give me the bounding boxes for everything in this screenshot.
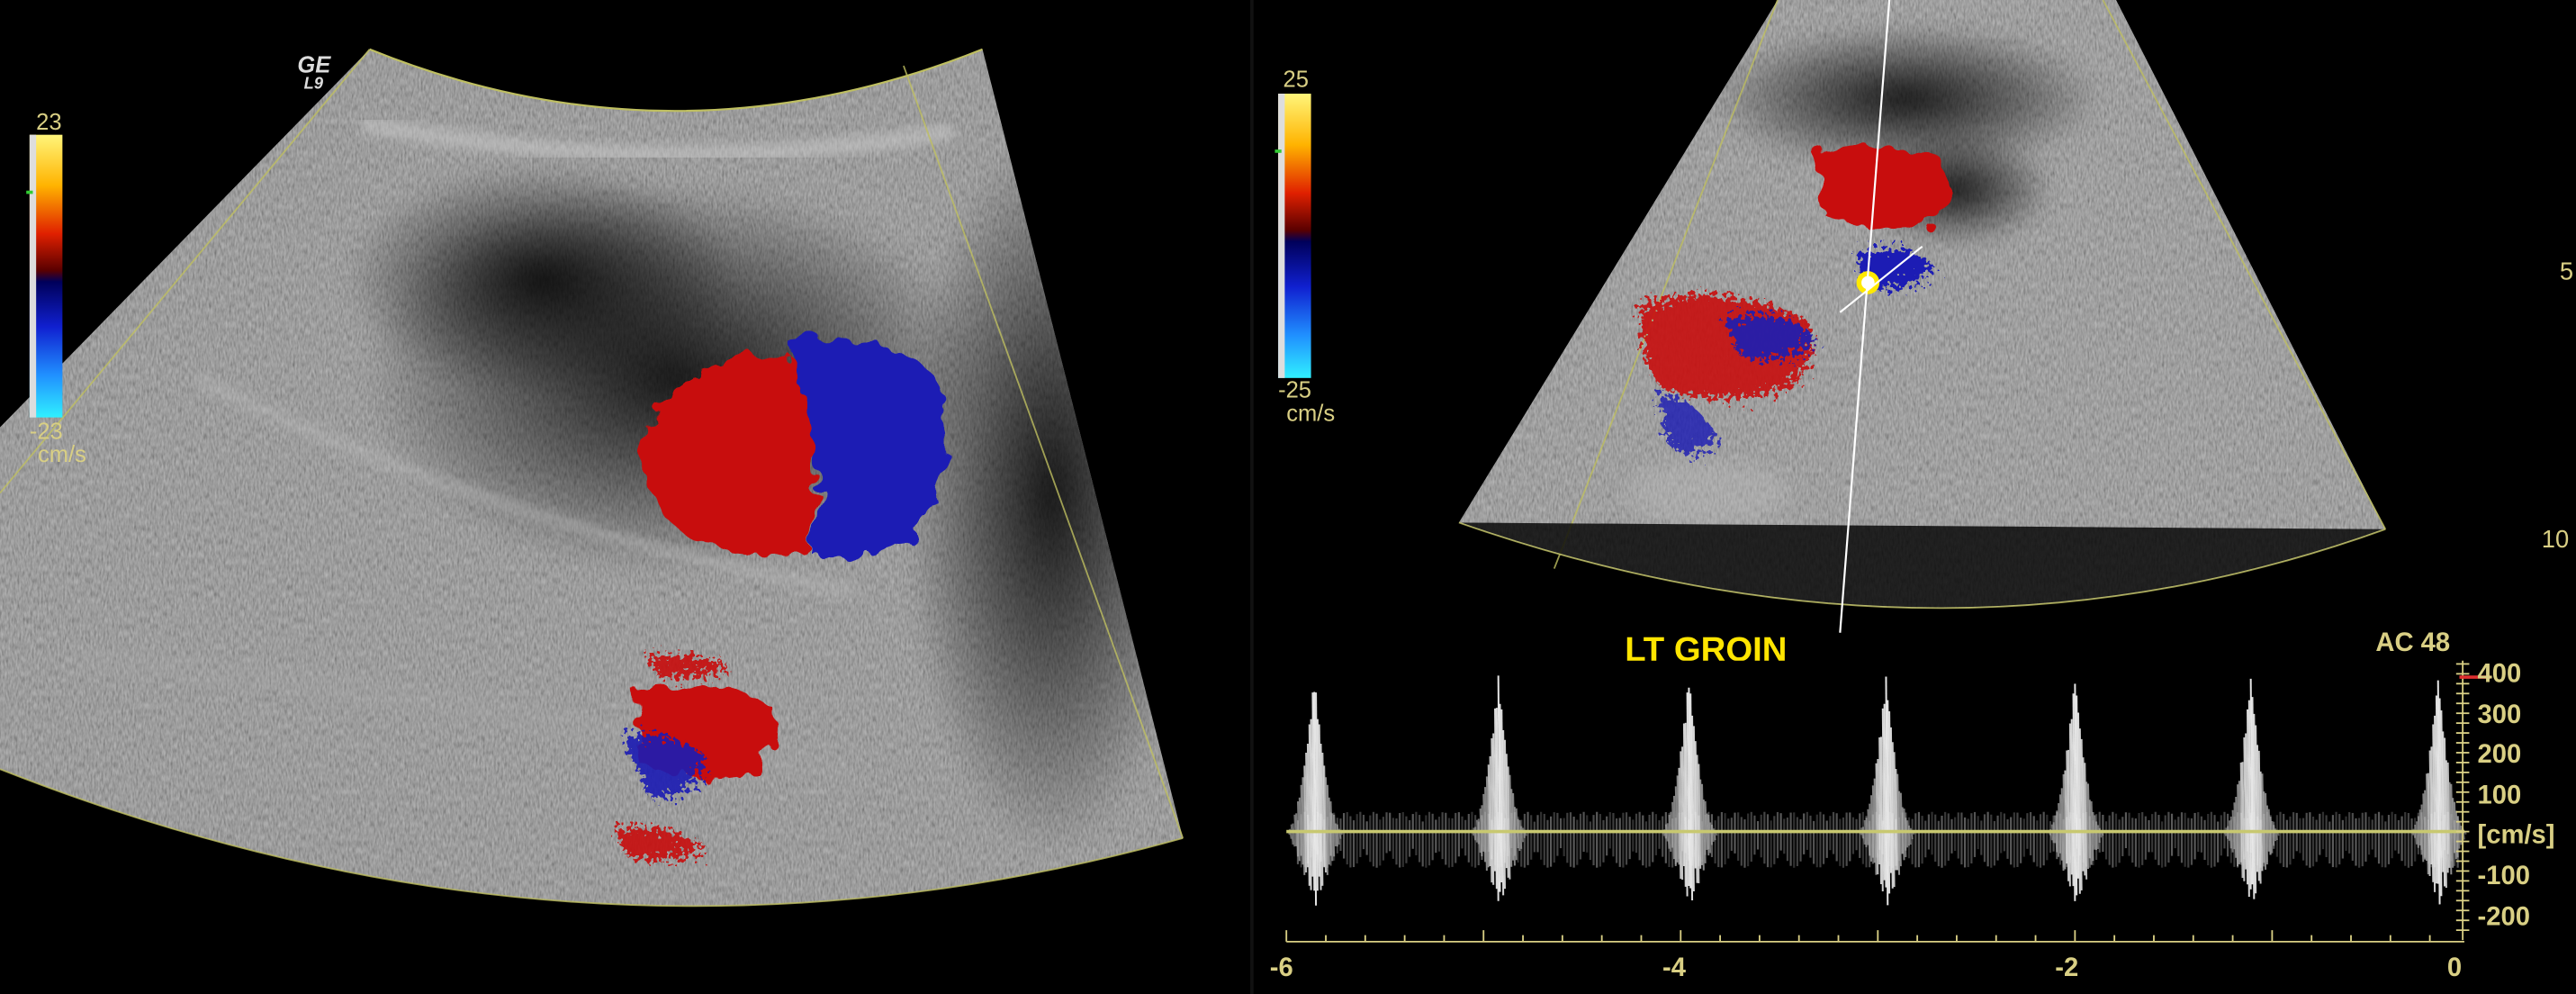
velocity-tick-label: 200 (2478, 740, 2522, 769)
ultrasound-scene: GE L9 23 -23 cm/s 25 -25 cm/s 5 10 LT GR… (0, 0, 2576, 994)
left-scale-min: -23 (30, 419, 63, 444)
ge-logo: GE L9 (297, 52, 331, 92)
velocity-tick-label: 400 (2478, 659, 2522, 688)
velocity-axis: 400 300 200 100 [cm/s] -100 -200 (2455, 659, 2555, 941)
spectral-doppler (1281, 660, 2467, 941)
depth-mark-5: 5 (2560, 257, 2573, 285)
velocity-tick-label: [cm/s] (2478, 820, 2555, 849)
left-scale-unit: cm/s (38, 442, 86, 467)
depth-mark-10: 10 (2542, 525, 2569, 553)
left-ultrasound-image (0, 48, 1184, 908)
right-color-flow (1815, 145, 1950, 230)
time-tick-label: -2 (2055, 953, 2078, 982)
ultrasound-canvas: GE L9 23 -23 cm/s 25 -25 cm/s 5 10 LT GR… (0, 0, 2573, 994)
svg-text:L9: L9 (304, 74, 324, 93)
ac-label: AC 48 (2375, 628, 2450, 657)
time-tick-label: 0 (2447, 953, 2462, 982)
right-color-scale: 25 -25 cm/s (1274, 68, 1335, 426)
left-scale-max: 23 (36, 110, 61, 135)
right-ultrasound-image (1458, 0, 2387, 633)
time-tick-label: -6 (1270, 953, 1293, 982)
velocity-tick-label: 300 (2478, 700, 2522, 729)
velocity-tick-label: -200 (2478, 903, 2530, 932)
right-scale-unit: cm/s (1286, 401, 1335, 426)
velocity-tick-label: -100 (2478, 862, 2530, 890)
velocity-tick-label: 100 (2478, 782, 2522, 810)
right-scale-max: 25 (1283, 68, 1309, 93)
time-tick-label: -4 (1662, 953, 1687, 982)
right-scale-min: -25 (1278, 378, 1311, 403)
